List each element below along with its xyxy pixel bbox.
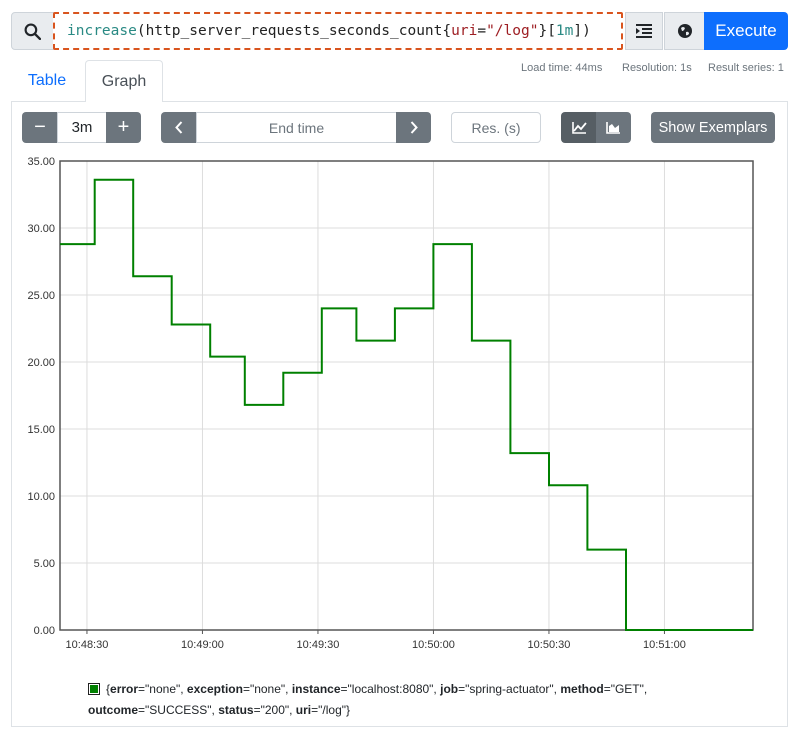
graph-chart[interactable]: 0.00 5.00 10.00 15.00 20.00 25.00 30.00 35.00 10…	[0, 0, 798, 737]
legend-label-value: ="/log"	[311, 703, 347, 717]
x-tick-label: 10:48:30	[66, 639, 109, 651]
legend-label-key: exception	[186, 682, 243, 696]
y-tick-label: 5.00	[34, 558, 55, 570]
series-color-swatch	[88, 682, 100, 695]
plot-frame	[59, 160, 754, 631]
x-tick-label: 10:51:00	[643, 639, 686, 651]
legend-label-value: ="none",	[138, 682, 187, 696]
legend-label-value: ="GET",	[603, 682, 648, 696]
legend-label-value: ="SUCCESS",	[138, 703, 219, 717]
legend-label-key: error	[110, 682, 139, 696]
y-tick-label: 20.00	[27, 357, 55, 369]
legend-label-key: status	[218, 703, 254, 717]
y-tick-label: 10.00	[27, 491, 55, 503]
y-tick-label: 35.00	[27, 156, 55, 168]
x-tick-label: 10:49:00	[181, 639, 224, 651]
x-tick-label: 10:50:00	[412, 639, 455, 651]
y-tick-label: 15.00	[27, 424, 55, 436]
swatch-fill	[90, 684, 98, 693]
legend-brace: }	[346, 703, 351, 717]
series-line	[60, 178, 753, 631]
legend-label-value: ="spring-actuator",	[458, 682, 561, 696]
legend-label-key: uri	[295, 703, 312, 717]
y-tick-label: 30.00	[27, 223, 55, 235]
legend-label-key: outcome	[88, 703, 139, 717]
legend-label-key: instance	[291, 682, 341, 696]
x-tick-label: 10:50:30	[528, 639, 571, 651]
legend-label-value: ="none",	[242, 682, 292, 696]
x-tick-label: 10:49:30	[297, 639, 340, 651]
legend-label-value: ="200",	[253, 703, 296, 717]
series-legend[interactable]: {error="none", exception="none", instanc…	[88, 679, 728, 721]
y-tick-label: 25.00	[27, 290, 55, 302]
legend-label-key: method	[560, 682, 604, 696]
legend-label-value: ="localhost:8080",	[340, 682, 441, 696]
y-tick-label: 0.00	[34, 625, 55, 637]
tab-graph[interactable]: Graph	[85, 60, 163, 102]
legend-label-key: job	[440, 682, 459, 696]
